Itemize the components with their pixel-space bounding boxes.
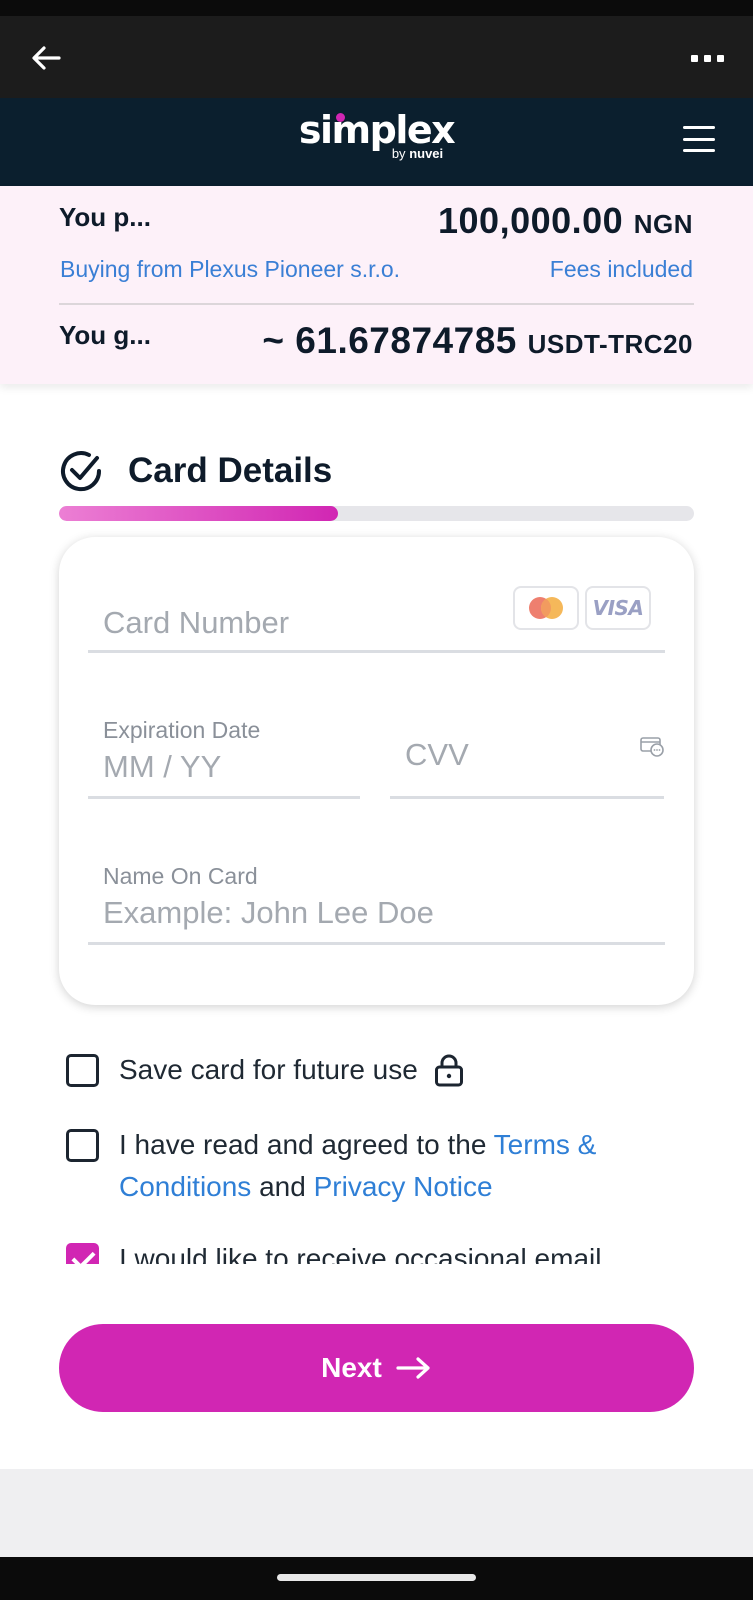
system-nav-bar [0, 1557, 753, 1600]
get-currency: USDT-TRC20 [527, 329, 693, 359]
get-amount: ~ 61.67874785 USDT-TRC20 [262, 320, 693, 361]
arrow-left-icon [32, 46, 61, 70]
check-circle-icon [61, 451, 102, 492]
page-footer-area [0, 1469, 753, 1557]
bottom-action-bar: Next [0, 1264, 753, 1469]
summary-divider [59, 303, 694, 305]
app-bar [0, 16, 753, 98]
name-on-card-field[interactable]: Name On Card Example: John Lee Doe [88, 863, 665, 945]
expiration-date-field[interactable]: Expiration Date MM / YY [88, 717, 360, 799]
arrow-right-icon [396, 1357, 430, 1379]
step-header: Card Details [59, 448, 332, 494]
pay-currency: NGN [633, 209, 693, 239]
more-options-button[interactable] [683, 38, 731, 78]
simplex-logo: simplex by nuvei [298, 108, 456, 161]
save-card-label: Save card for future use [119, 1054, 418, 1085]
status-bar [0, 0, 753, 16]
order-summary: You p... 100,000.00 NGN Buying from Plex… [0, 186, 753, 384]
privacy-notice-link[interactable]: Privacy Notice [314, 1171, 493, 1202]
card-details-panel: Card Number VISA Expiration Date MM / YY [59, 537, 694, 1005]
fees-included-text: Fees included [549, 256, 693, 282]
terms-label: I have read and agreed to the Terms & Co… [119, 1129, 597, 1202]
page-title: Card Details [128, 451, 333, 490]
logo-dot [335, 113, 345, 122]
buying-from-text: Buying from Plexus Pioneer s.r.o. [60, 256, 401, 282]
email-opt-in-checkbox[interactable] [66, 1243, 99, 1264]
card-number-field[interactable]: Card Number VISA [88, 581, 665, 653]
home-indicator[interactable] [277, 1574, 476, 1581]
hamburger-menu-icon[interactable] [683, 126, 715, 152]
visa-icon: VISA [585, 586, 651, 630]
email-option: I would like to receive occasional email [66, 1238, 666, 1264]
step-progress-bar [59, 506, 694, 521]
you-pay-label: You p... [59, 202, 151, 232]
step-progress-fill [59, 506, 339, 521]
form-content[interactable]: Card Details Card Number VISA Expiration… [0, 384, 753, 1264]
lock-icon [434, 1054, 463, 1087]
card-cvv-icon [640, 737, 664, 757]
cvv-field[interactable]: CVV [390, 717, 664, 799]
card-brand-logos: VISA [513, 586, 651, 630]
more-horizontal-icon [690, 54, 698, 62]
pay-amount: 100,000.00 NGN [438, 200, 693, 241]
save-card-option: Save card for future use [66, 1049, 464, 1091]
email-opt-in-label: I would like to receive occasional email [119, 1243, 602, 1264]
terms-option: I have read and agreed to the Terms & Co… [66, 1124, 666, 1208]
you-get-label: You g... [59, 320, 151, 350]
save-card-checkbox[interactable] [66, 1054, 99, 1087]
brand-header: simplex by nuvei [0, 98, 753, 186]
terms-checkbox[interactable] [66, 1129, 99, 1162]
next-button[interactable]: Next [59, 1324, 694, 1412]
back-button[interactable] [26, 38, 66, 78]
mastercard-icon [513, 586, 579, 630]
